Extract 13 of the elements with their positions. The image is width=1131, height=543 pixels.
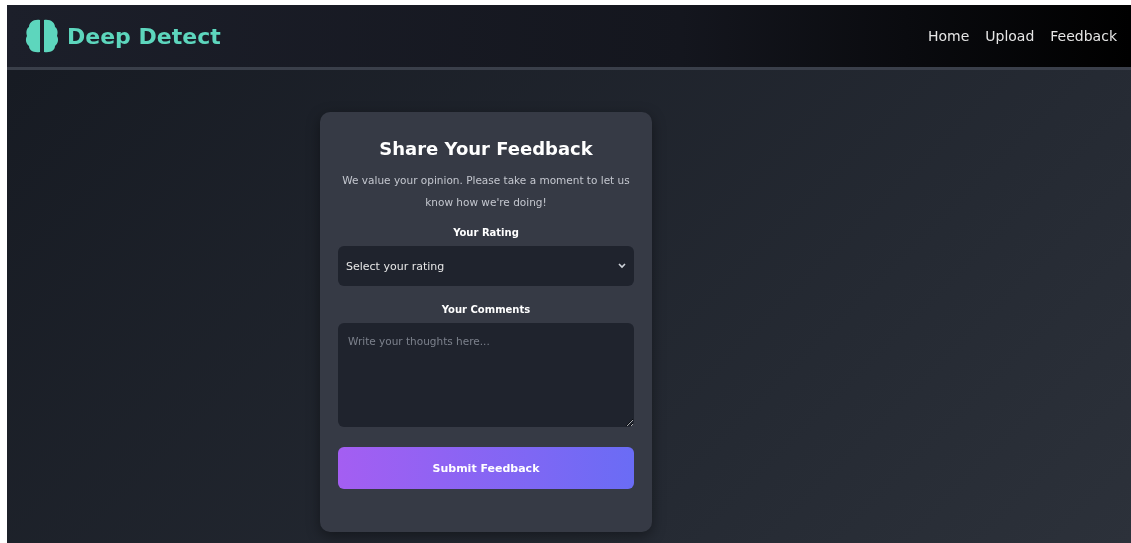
comments-label: Your Comments xyxy=(441,304,531,315)
nav-link[interactable]: Feedback xyxy=(1050,28,1117,44)
caret-icon xyxy=(618,263,626,269)
comments-field[interactable]: Write your thoughts here... xyxy=(338,323,634,427)
rating-dropdown[interactable]: Select your rating xyxy=(338,246,634,286)
nav-link[interactable]: Upload xyxy=(985,28,1035,44)
rating-label: Your Rating xyxy=(453,227,519,238)
nav-link[interactable]: Home xyxy=(927,28,970,44)
brain-icon xyxy=(25,18,59,54)
submit-button[interactable]: Submit Feedback xyxy=(338,447,634,489)
brand-name: Deep Detect xyxy=(67,23,221,49)
form-description: We value your opinion. Please take a moment to let us know how we're doing! xyxy=(341,173,631,210)
form-title: Share Your Feedback xyxy=(379,138,593,159)
